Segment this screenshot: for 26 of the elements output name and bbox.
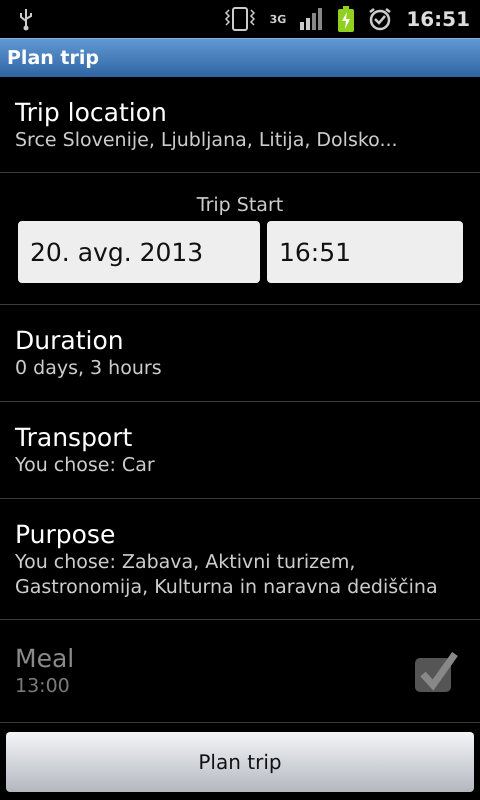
battery-icon — [338, 6, 354, 32]
list-item[interactable]: Duration 0 days, 3 hours — [0, 305, 480, 402]
time-picker[interactable]: 16:51 — [267, 221, 463, 283]
item-value: You chose: Zabava, Aktivni turizem, Gastronomija, Kulturna in naravna dediščina — [15, 550, 439, 600]
item-value: Srce Slovenije, Ljubljana, Litija, Dolsko... — [15, 128, 399, 152]
item-title: Trip location — [15, 96, 168, 128]
signal-icon — [300, 8, 324, 30]
item-value: You chose: Car — [15, 453, 156, 478]
list-item[interactable]: Trip location Srce Slovenije, Ljubljana, Litija, Dolsko... — [0, 77, 480, 173]
item-title: Duration — [15, 325, 125, 356]
status-time: 16:51 — [406, 7, 470, 31]
date-picker[interactable]: 20. avg. 2013 — [18, 221, 260, 283]
list-item[interactable]: Transport You chose: Car — [0, 402, 480, 499]
item-title: Purpose — [15, 518, 116, 550]
list-item[interactable]: Purpose You chose: Zabava, Aktivni turizem, Gastronomija, Kulturna in naravna dediščina — [0, 499, 480, 620]
vibrate-icon — [224, 6, 256, 32]
usb-icon — [18, 7, 34, 31]
item-title: Transport — [15, 422, 134, 454]
plan-trip-button[interactable]: Plan trip — [6, 732, 474, 792]
network-type: 3G — [270, 14, 286, 24]
section-label: Trip Start — [196, 194, 284, 216]
item-value: 13:00 — [15, 674, 71, 699]
item-value: 0 days, 3 hours — [15, 356, 163, 381]
screen-title: Plan trip — [7, 47, 99, 69]
alarm-clock-icon — [368, 7, 392, 31]
item-title: Meal — [15, 643, 74, 674]
